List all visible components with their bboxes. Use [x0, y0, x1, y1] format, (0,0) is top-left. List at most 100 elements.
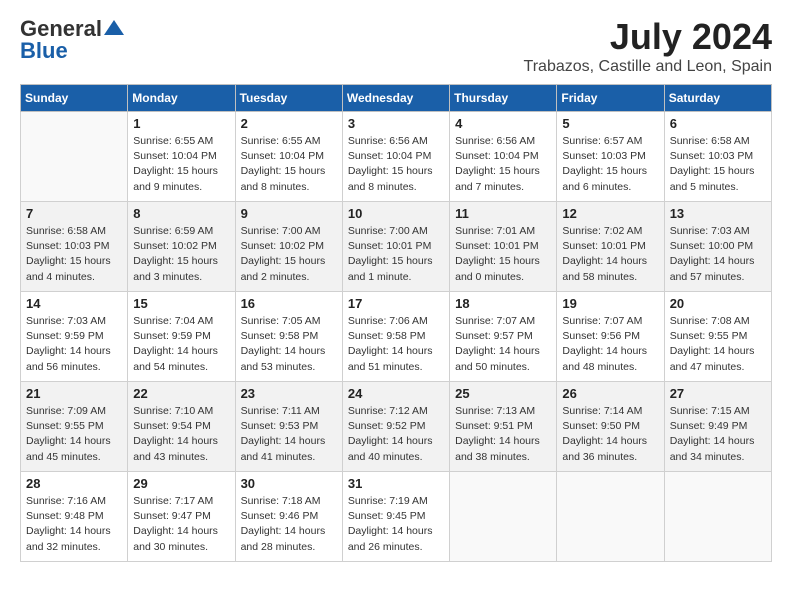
week-row-1: 1 Sunrise: 6:55 AM Sunset: 10:04 PM Dayli…: [21, 112, 772, 202]
day-info: Sunrise: 6:57 AM Sunset: 10:03 PM Daylig…: [562, 134, 658, 195]
calendar-cell: 18 Sunrise: 7:07 AM Sunset: 9:57 PM Dayli…: [450, 292, 557, 382]
day-info: Sunrise: 6:55 AM Sunset: 10:04 PM Daylig…: [133, 134, 229, 195]
day-info: Sunrise: 7:11 AM Sunset: 9:53 PM Dayligh…: [241, 404, 337, 465]
calendar-cell: 30 Sunrise: 7:18 AM Sunset: 9:46 PM Dayli…: [235, 472, 342, 562]
day-info: Sunrise: 7:00 AM Sunset: 10:01 PM Daylig…: [348, 224, 444, 285]
day-number: 3: [348, 116, 444, 131]
title-area: July 2024 Trabazos, Castille and Leon, S…: [524, 16, 772, 76]
day-number: 26: [562, 386, 658, 401]
calendar-cell: 23 Sunrise: 7:11 AM Sunset: 9:53 PM Dayli…: [235, 382, 342, 472]
calendar-cell: [557, 472, 664, 562]
day-info: Sunrise: 7:05 AM Sunset: 9:58 PM Dayligh…: [241, 314, 337, 375]
calendar-cell: 8 Sunrise: 6:59 AM Sunset: 10:02 PM Dayli…: [128, 202, 235, 292]
day-number: 8: [133, 206, 229, 221]
day-info: Sunrise: 7:19 AM Sunset: 9:45 PM Dayligh…: [348, 494, 444, 555]
calendar-cell: 29 Sunrise: 7:17 AM Sunset: 9:47 PM Dayli…: [128, 472, 235, 562]
day-info: Sunrise: 7:16 AM Sunset: 9:48 PM Dayligh…: [26, 494, 122, 555]
weekday-header-wednesday: Wednesday: [342, 85, 449, 112]
day-number: 7: [26, 206, 122, 221]
calendar-cell: 1 Sunrise: 6:55 AM Sunset: 10:04 PM Dayli…: [128, 112, 235, 202]
calendar-cell: 12 Sunrise: 7:02 AM Sunset: 10:01 PM Dayl…: [557, 202, 664, 292]
weekday-header-row: SundayMondayTuesdayWednesdayThursdayFrid…: [21, 85, 772, 112]
weekday-header-saturday: Saturday: [664, 85, 771, 112]
day-info: Sunrise: 7:07 AM Sunset: 9:57 PM Dayligh…: [455, 314, 551, 375]
day-number: 4: [455, 116, 551, 131]
calendar-cell: 19 Sunrise: 7:07 AM Sunset: 9:56 PM Dayli…: [557, 292, 664, 382]
day-info: Sunrise: 7:18 AM Sunset: 9:46 PM Dayligh…: [241, 494, 337, 555]
day-number: 29: [133, 476, 229, 491]
calendar-cell: 17 Sunrise: 7:06 AM Sunset: 9:58 PM Dayli…: [342, 292, 449, 382]
day-number: 17: [348, 296, 444, 311]
day-info: Sunrise: 7:03 AM Sunset: 10:00 PM Daylig…: [670, 224, 766, 285]
day-number: 14: [26, 296, 122, 311]
day-info: Sunrise: 7:15 AM Sunset: 9:49 PM Dayligh…: [670, 404, 766, 465]
weekday-header-tuesday: Tuesday: [235, 85, 342, 112]
calendar-cell: [664, 472, 771, 562]
week-row-4: 21 Sunrise: 7:09 AM Sunset: 9:55 PM Dayli…: [21, 382, 772, 472]
day-number: 15: [133, 296, 229, 311]
day-number: 23: [241, 386, 337, 401]
day-info: Sunrise: 7:00 AM Sunset: 10:02 PM Daylig…: [241, 224, 337, 285]
calendar-cell: 31 Sunrise: 7:19 AM Sunset: 9:45 PM Dayli…: [342, 472, 449, 562]
calendar-cell: 2 Sunrise: 6:55 AM Sunset: 10:04 PM Dayli…: [235, 112, 342, 202]
day-number: 5: [562, 116, 658, 131]
day-info: Sunrise: 7:12 AM Sunset: 9:52 PM Dayligh…: [348, 404, 444, 465]
calendar-cell: 14 Sunrise: 7:03 AM Sunset: 9:59 PM Dayli…: [21, 292, 128, 382]
day-number: 31: [348, 476, 444, 491]
calendar-cell: 21 Sunrise: 7:09 AM Sunset: 9:55 PM Dayli…: [21, 382, 128, 472]
calendar-cell: 10 Sunrise: 7:00 AM Sunset: 10:01 PM Dayl…: [342, 202, 449, 292]
day-number: 22: [133, 386, 229, 401]
month-title: July 2024: [524, 16, 772, 58]
day-number: 30: [241, 476, 337, 491]
week-row-5: 28 Sunrise: 7:16 AM Sunset: 9:48 PM Dayli…: [21, 472, 772, 562]
day-number: 2: [241, 116, 337, 131]
day-info: Sunrise: 6:56 AM Sunset: 10:04 PM Daylig…: [348, 134, 444, 195]
logo-blue: Blue: [20, 38, 68, 64]
day-info: Sunrise: 7:02 AM Sunset: 10:01 PM Daylig…: [562, 224, 658, 285]
day-info: Sunrise: 6:59 AM Sunset: 10:02 PM Daylig…: [133, 224, 229, 285]
day-info: Sunrise: 7:10 AM Sunset: 9:54 PM Dayligh…: [133, 404, 229, 465]
weekday-header-sunday: Sunday: [21, 85, 128, 112]
day-info: Sunrise: 7:14 AM Sunset: 9:50 PM Dayligh…: [562, 404, 658, 465]
day-info: Sunrise: 6:56 AM Sunset: 10:04 PM Daylig…: [455, 134, 551, 195]
day-info: Sunrise: 7:13 AM Sunset: 9:51 PM Dayligh…: [455, 404, 551, 465]
day-number: 28: [26, 476, 122, 491]
calendar-cell: 7 Sunrise: 6:58 AM Sunset: 10:03 PM Dayli…: [21, 202, 128, 292]
day-number: 18: [455, 296, 551, 311]
calendar-cell: 28 Sunrise: 7:16 AM Sunset: 9:48 PM Dayli…: [21, 472, 128, 562]
day-info: Sunrise: 7:17 AM Sunset: 9:47 PM Dayligh…: [133, 494, 229, 555]
day-number: 16: [241, 296, 337, 311]
calendar-cell: 3 Sunrise: 6:56 AM Sunset: 10:04 PM Dayli…: [342, 112, 449, 202]
calendar-cell: 5 Sunrise: 6:57 AM Sunset: 10:03 PM Dayli…: [557, 112, 664, 202]
day-number: 1: [133, 116, 229, 131]
day-info: Sunrise: 7:03 AM Sunset: 9:59 PM Dayligh…: [26, 314, 122, 375]
calendar-cell: 27 Sunrise: 7:15 AM Sunset: 9:49 PM Dayli…: [664, 382, 771, 472]
day-number: 21: [26, 386, 122, 401]
calendar-cell: [21, 112, 128, 202]
day-number: 27: [670, 386, 766, 401]
calendar-cell: [450, 472, 557, 562]
calendar-cell: 11Sunrise: 7:01 AM Sunset: 10:01 PM Dayl…: [450, 202, 557, 292]
calendar-table: SundayMondayTuesdayWednesdayThursdayFrid…: [20, 84, 772, 562]
calendar-cell: 4 Sunrise: 6:56 AM Sunset: 10:04 PM Dayli…: [450, 112, 557, 202]
day-number: 10: [348, 206, 444, 221]
day-info: Sunrise: 7:06 AM Sunset: 9:58 PM Dayligh…: [348, 314, 444, 375]
day-number: 12: [562, 206, 658, 221]
day-number: 25: [455, 386, 551, 401]
day-info: Sunrise: 6:58 AM Sunset: 10:03 PM Daylig…: [26, 224, 122, 285]
week-row-2: 7 Sunrise: 6:58 AM Sunset: 10:03 PM Dayli…: [21, 202, 772, 292]
day-info: Sunrise: 6:58 AM Sunset: 10:03 PM Daylig…: [670, 134, 766, 195]
weekday-header-monday: Monday: [128, 85, 235, 112]
day-info: Sunrise: 7:08 AM Sunset: 9:55 PM Dayligh…: [670, 314, 766, 375]
day-info: Sunrise: 6:55 AM Sunset: 10:04 PM Daylig…: [241, 134, 337, 195]
calendar-cell: 26 Sunrise: 7:14 AM Sunset: 9:50 PM Dayli…: [557, 382, 664, 472]
calendar-cell: 24Sunrise: 7:12 AM Sunset: 9:52 PM Dayli…: [342, 382, 449, 472]
day-info: Sunrise: 7:09 AM Sunset: 9:55 PM Dayligh…: [26, 404, 122, 465]
day-number: 19: [562, 296, 658, 311]
header: General Blue July 2024 Trabazos, Castill…: [20, 16, 772, 76]
day-number: 6: [670, 116, 766, 131]
weekday-header-friday: Friday: [557, 85, 664, 112]
day-info: Sunrise: 7:07 AM Sunset: 9:56 PM Dayligh…: [562, 314, 658, 375]
calendar-cell: 20Sunrise: 7:08 AM Sunset: 9:55 PM Dayli…: [664, 292, 771, 382]
calendar-cell: 15Sunrise: 7:04 AM Sunset: 9:59 PM Dayli…: [128, 292, 235, 382]
